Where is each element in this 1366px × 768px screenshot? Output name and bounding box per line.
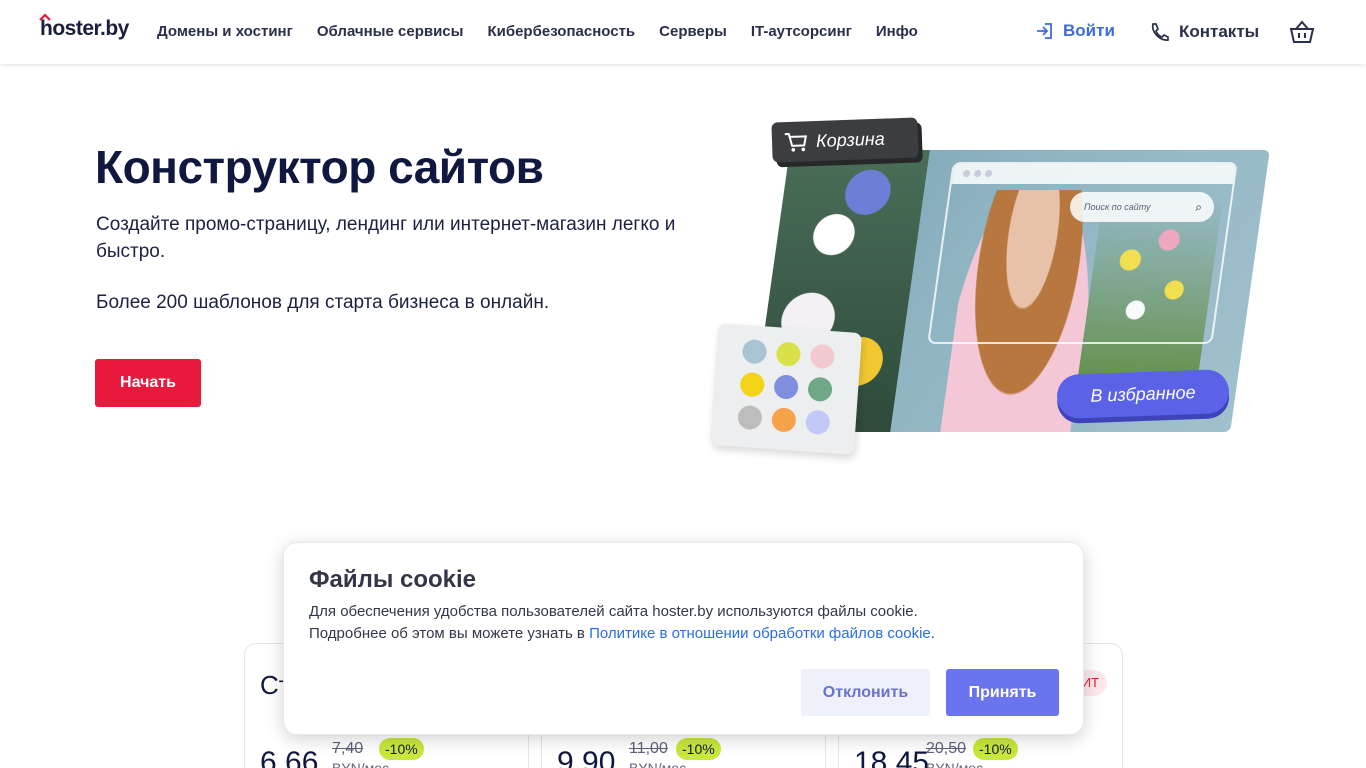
cookie-banner: Файлы cookie Для обеспечения удобства по… [283, 542, 1084, 735]
browser-frame [927, 162, 1238, 344]
cookie-text-suffix: . [930, 625, 935, 642]
palette-swatch [807, 376, 833, 403]
login-link[interactable]: Войти [1035, 21, 1115, 41]
illustration-search-placeholder: Поиск по сайту [1084, 202, 1151, 212]
palette-swatch [804, 409, 831, 436]
nav-item-servers[interactable]: Серверы [659, 23, 727, 40]
nav-item-security[interactable]: Кибербезопасность [487, 23, 635, 40]
browser-bar [951, 164, 1236, 184]
palette-swatch [809, 343, 836, 370]
card-old-price: 20,50 [926, 740, 967, 757]
cart-sticker-label: Корзина [815, 128, 886, 151]
palette-swatch [739, 371, 766, 398]
cookie-text-line1: Для обеспечения удобства пользователей с… [309, 603, 918, 620]
nav-item-info[interactable]: Инфо [876, 23, 918, 40]
palette-swatch [737, 404, 763, 431]
card-unit: BYN/мес [926, 760, 984, 768]
site-header: hoster.by Домены и хостинг Облачные серв… [0, 0, 1366, 64]
cookie-text-line2: Подробнее об этом вы можете узнать в Пол… [309, 623, 1049, 645]
cookie-text-prefix: Подробнее об этом вы можете узнать в [309, 625, 590, 642]
accept-button[interactable]: Принять [946, 669, 1059, 716]
card-old-price: 7,40 [332, 740, 364, 757]
card-unit: BYN/мес [332, 760, 390, 768]
cookie-policy-link[interactable]: Политике в отношении обработки файлов co… [589, 625, 931, 642]
cart-icon [784, 132, 808, 152]
logo-roof-icon [39, 13, 51, 21]
nav-item-domains[interactable]: Домены и хостинг [157, 23, 293, 40]
decline-button[interactable]: Отклонить [801, 669, 930, 716]
page-title: Конструктор сайтов [95, 141, 544, 193]
palette-swatch [771, 407, 797, 433]
hero-illustration: Поиск по сайту ⌕ Корзина В избранное [700, 110, 1270, 460]
hero-subtitle: Создайте промо-страницу, лендинг или инт… [96, 214, 676, 262]
favorite-sticker: В избранное [1056, 369, 1230, 419]
start-button[interactable]: Начать [95, 359, 201, 407]
nav-item-outsourcing[interactable]: IT-аутсорсинг [751, 23, 852, 40]
cart-button[interactable] [1288, 18, 1316, 51]
basket-icon [1289, 20, 1315, 43]
discount-badge: -10% [973, 738, 1018, 760]
illustration-search: Поиск по сайту ⌕ [1070, 192, 1214, 222]
card-price: 18,45 [854, 746, 930, 768]
hero-subtitle-templates: Более 200 шаблонов для старта бизнеса в … [96, 292, 550, 313]
card-price: 6,66 [260, 746, 319, 768]
cart-sticker: Корзина [771, 117, 919, 163]
login-label: Войти [1063, 21, 1115, 40]
cookie-text: Для обеспечения удобства пользователей с… [309, 601, 1049, 645]
contacts-link[interactable]: Контакты [1148, 21, 1259, 43]
main-nav: Домены и хостинг Облачные сервисы Киберб… [157, 23, 942, 40]
card-price: 9,90 [557, 746, 616, 768]
logo-text: hoster.by [40, 17, 129, 40]
palette-swatch [773, 374, 799, 400]
discount-badge: -10% [676, 738, 721, 760]
search-icon: ⌕ [1195, 200, 1202, 214]
logo[interactable]: hoster.by [39, 13, 129, 41]
window-dots [962, 170, 993, 177]
card-old-price: 11,00 [629, 740, 668, 757]
card-unit: BYN/мес [629, 760, 687, 768]
cookie-title: Файлы cookie [309, 566, 477, 593]
login-icon [1037, 23, 1052, 39]
palette-swatch [741, 338, 768, 365]
color-palette [709, 323, 863, 455]
nav-item-cloud[interactable]: Облачные сервисы [317, 23, 464, 40]
contacts-label: Контакты [1179, 22, 1260, 41]
palette-swatch [775, 341, 802, 367]
discount-badge: -10% [379, 738, 424, 760]
phone-icon [1151, 23, 1169, 41]
